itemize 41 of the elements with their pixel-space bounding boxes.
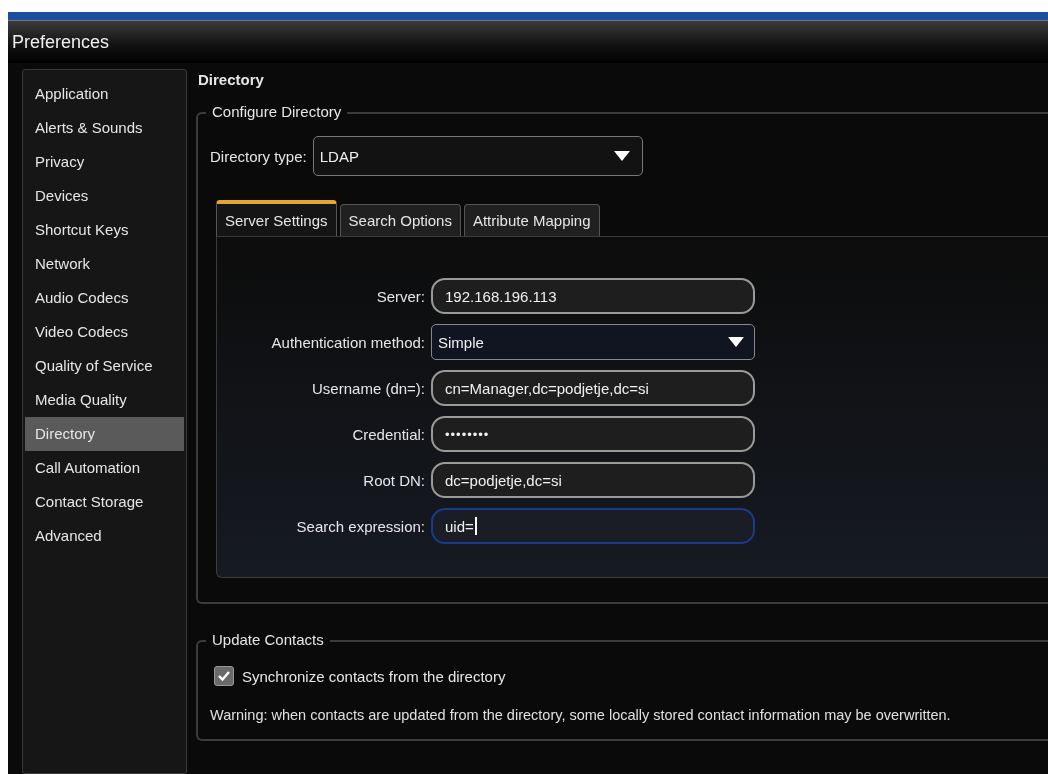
field-label: Credential: [351, 425, 426, 443]
sidebar-item[interactable]: Network [25, 247, 184, 281]
tab[interactable]: Attribute Mapping [463, 204, 600, 236]
sidebar-item[interactable]: Advanced [25, 519, 184, 553]
field-label: Directory type: [210, 147, 307, 165]
checkbox[interactable] [214, 666, 234, 686]
tab[interactable]: Search Options [339, 204, 461, 236]
sidebar-item[interactable]: Audio Codecs [25, 281, 184, 315]
input-field[interactable]: uid= [431, 508, 755, 544]
sidebar-item[interactable]: Call Automation [25, 451, 184, 485]
checkmark-icon [217, 669, 231, 683]
dropdown-arrow-icon [728, 337, 744, 347]
field-label: Root DN: [362, 471, 426, 489]
field-label: Server: [375, 287, 426, 305]
dropdown[interactable]: Simple [431, 324, 755, 360]
group-title: Update Contacts [206, 631, 330, 648]
input-field[interactable]: 192.168.196.113 [431, 278, 755, 314]
password-field[interactable]: •••••••• [431, 416, 755, 452]
sidebar-item[interactable]: Contact Storage [25, 485, 184, 519]
group-title: Configure Directory [206, 103, 348, 120]
input-field[interactable]: dc=podjetje,dc=si [431, 462, 755, 498]
sidebar-item[interactable]: Quality of Service [25, 349, 184, 383]
sidebar-item[interactable]: Privacy [25, 145, 184, 179]
window-title: Preferences [12, 31, 110, 53]
field-label: Authentication method: [270, 333, 426, 351]
page-title: Directory [198, 71, 265, 88]
sidebar-item[interactable]: Shortcut Keys [25, 213, 184, 247]
sidebar-item[interactable]: Directory [25, 417, 184, 451]
field-label: Username (dn=): [311, 379, 426, 397]
input-field[interactable]: cn=Manager,dc=podjetje,dc=si [431, 370, 755, 406]
checkbox-label: Synchronize contacts from the directory [242, 667, 506, 685]
sidebar-item[interactable]: Application [25, 77, 184, 111]
field-label: Search expression: [295, 517, 426, 535]
sidebar-item[interactable]: Video Codecs [25, 315, 184, 349]
sidebar-item[interactable]: Devices [25, 179, 184, 213]
sidebar-item[interactable]: Alerts & Sounds [25, 111, 184, 145]
warning-text: Warning: when contacts are updated from the directory, some locally stored contact information may be overwritten. [210, 706, 952, 725]
dropdown[interactable]: LDAP [312, 136, 643, 176]
dropdown-arrow-icon [613, 151, 630, 161]
sidebar-item[interactable]: Media Quality [25, 383, 184, 417]
tab[interactable]: Server Settings [216, 200, 337, 236]
